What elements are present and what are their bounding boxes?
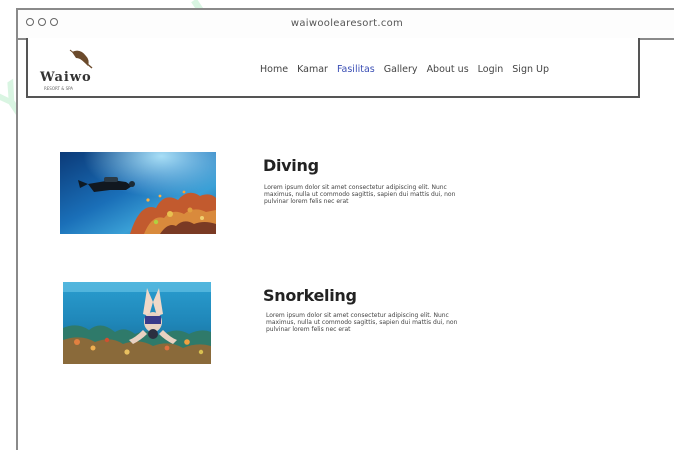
facility-item-diving: Diving Lorem ipsum dolor sit amet consec… (60, 152, 520, 242)
nav-kamar[interactable]: Kamar (297, 64, 328, 75)
logo-text: Waiwo (40, 70, 92, 85)
diving-photo[interactable] (60, 152, 216, 234)
main-nav: Home Kamar Fasilitas Gallery About us Lo… (260, 64, 549, 75)
facility-title: Snorkeling (263, 286, 357, 305)
logo[interactable]: Waiwo RESORT & SPA (40, 48, 120, 92)
site-header: Waiwo RESORT & SPA Home Kamar Fasilitas … (26, 38, 640, 98)
nav-home[interactable]: Home (260, 64, 288, 75)
nav-gallery[interactable]: Gallery (384, 64, 418, 75)
nav-login[interactable]: Login (478, 64, 504, 75)
address-bar[interactable]: waiwoolearesort.com (18, 18, 674, 29)
facility-description: Lorem ipsum dolor sit amet consectetur a… (266, 312, 458, 334)
logo-tagline: RESORT & SPA (44, 86, 74, 91)
facility-item-snorkeling: Snorkeling Lorem ipsum dolor sit amet co… (60, 282, 520, 372)
stingray-logo-icon (69, 49, 93, 69)
nav-fasilitas[interactable]: Fasilitas (337, 64, 375, 75)
nav-sign-up[interactable]: Sign Up (512, 64, 549, 75)
snorkeling-photo[interactable] (63, 282, 211, 364)
facility-description: Lorem ipsum dolor sit amet consectetur a… (264, 184, 456, 206)
nav-about-us[interactable]: About us (427, 64, 469, 75)
browser-titlebar: waiwoolearesort.com (18, 10, 674, 40)
facility-title: Diving (263, 156, 319, 175)
